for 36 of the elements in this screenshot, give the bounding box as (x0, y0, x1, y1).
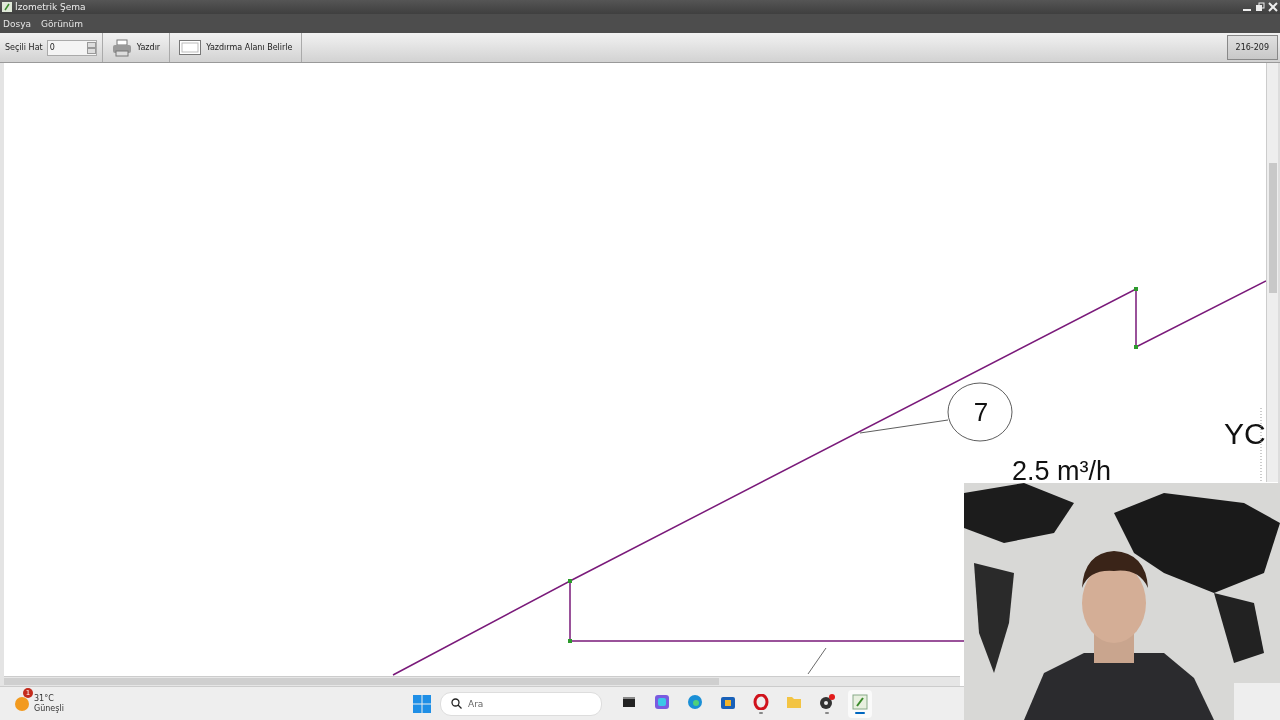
search-field[interactable]: Ara (440, 691, 602, 716)
window-icon (622, 695, 636, 708)
spin-arrows-icon (86, 41, 96, 54)
app-icon (2, 2, 12, 12)
folder-icon (786, 694, 802, 709)
coordinate-display: 216-209 (1226, 35, 1278, 60)
weather-condition: Güneşli (34, 703, 64, 714)
balloon-number: 7 (973, 397, 989, 427)
frame-icon (179, 40, 202, 55)
sun-icon (14, 695, 30, 712)
scroll-thumb[interactable] (4, 678, 719, 685)
app-icon (852, 693, 868, 710)
printer-icon (111, 38, 132, 57)
pipe-label: YC (1224, 417, 1266, 450)
balloon-circle (947, 382, 1013, 442)
print-area-button[interactable]: Yazdırma Alanı Belirle (175, 33, 297, 62)
window-title: İzometrik Şema (15, 2, 86, 12)
selected-line-field[interactable]: 0 (46, 39, 97, 56)
app-icon (654, 693, 670, 710)
scroll-thumb[interactable] (1269, 163, 1277, 293)
slash-mark (807, 647, 827, 675)
menu-item[interactable]: Görünüm (40, 18, 84, 29)
maximize-icon[interactable] (1255, 2, 1265, 12)
selected-line-label: Seçili Hat (5, 43, 43, 52)
close-icon[interactable] (1268, 2, 1278, 12)
search-icon (451, 698, 462, 709)
recorder-icon (819, 693, 835, 710)
browser-icon (753, 693, 769, 710)
vertical-scrollbar[interactable] (1266, 63, 1278, 482)
menu-item[interactable]: Dosya (3, 18, 31, 29)
windows-start-icon[interactable] (413, 694, 431, 713)
print-button[interactable]: Yazdır (107, 33, 165, 62)
flow-label: 2.5 m³/h (1012, 456, 1112, 486)
browser-icon (687, 693, 703, 710)
horizontal-scrollbar[interactable] (4, 676, 960, 686)
temperature: 31°C (34, 693, 55, 704)
